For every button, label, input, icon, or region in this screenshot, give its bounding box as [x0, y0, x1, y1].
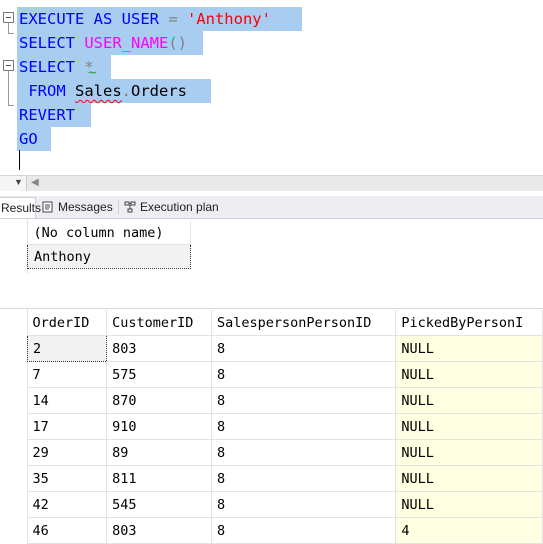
table-cell[interactable]: NULL — [395, 335, 543, 362]
table-row[interactable]: 46 803 8 4 — [27, 517, 543, 544]
result-grid-orders[interactable]: OrderID CustomerID SalespersonPersonID Pick… — [0, 308, 543, 544]
table-row[interactable]: 35 811 8 NULL — [27, 465, 543, 492]
result-grid-username[interactable]: (No column name) Anthony — [0, 219, 543, 305]
tab-results[interactable]: Results — [0, 197, 41, 218]
table-cell[interactable]: 42 — [27, 491, 108, 518]
table-cell[interactable]: 910 — [106, 413, 212, 440]
text-caret — [19, 150, 20, 170]
chevron-down-icon: ▼ — [14, 177, 23, 187]
fold-guide-end — [8, 105, 14, 106]
table-cell[interactable]: NULL — [395, 439, 543, 466]
code-token: () — [168, 34, 187, 52]
table-cell[interactable]: 17 — [27, 413, 108, 440]
table-row[interactable]: Anthony — [27, 244, 191, 269]
code-text: EXECUTE AS USER = 'Anthony' — [19, 7, 271, 31]
code-token: Orders — [131, 82, 188, 100]
tab-execution-plan[interactable]: Execution plan — [124, 197, 219, 218]
execution-plan-icon — [124, 201, 136, 213]
code-token: = — [168, 10, 187, 28]
column-header[interactable]: PickedByPersonI — [395, 310, 543, 336]
table-cell[interactable]: 7 — [27, 361, 108, 388]
tab-label: Messages — [58, 200, 113, 214]
table-row[interactable]: 14 870 8 NULL — [27, 387, 543, 414]
editor-horizontal-scrollbar[interactable]: ▼ ◀ — [0, 175, 543, 192]
fold-guide — [8, 71, 9, 106]
table-cell[interactable]: 575 — [106, 361, 212, 388]
table-cell[interactable]: 811 — [106, 465, 212, 492]
fold-guide-end — [8, 33, 14, 34]
code-token: USER_NAME — [84, 34, 169, 52]
code-text: SELECT USER_NAME() — [19, 31, 187, 55]
zoom-dropdown[interactable]: ▼ — [0, 176, 27, 192]
code-token: FROM — [19, 82, 75, 100]
table-cell[interactable]: 2 — [26, 335, 108, 362]
table-cell[interactable]: 8 — [211, 491, 397, 518]
code-token: EXECUTE AS USER — [19, 10, 169, 28]
table-cell[interactable]: 803 — [106, 517, 212, 544]
code-token: . — [121, 82, 132, 100]
table-cell[interactable]: 35 — [27, 465, 108, 492]
collapse-icon[interactable] — [3, 60, 14, 71]
code-token: GO — [19, 130, 38, 148]
messages-icon — [42, 201, 53, 213]
table-cell[interactable]: 803 — [106, 335, 212, 362]
table-cell[interactable]: 8 — [211, 413, 397, 440]
table-cell[interactable]: 4 — [395, 517, 543, 544]
header-row: OrderID CustomerID SalespersonPersonID Pick… — [27, 310, 543, 336]
table-cell[interactable]: NULL — [395, 387, 543, 414]
code-token: REVERT — [19, 106, 75, 124]
code-token: SELECT — [19, 58, 85, 76]
result-table: OrderID CustomerID SalespersonPersonID Pick… — [26, 310, 543, 544]
results-tabbar: Results Messages Execution plan — [0, 196, 543, 219]
tab-messages[interactable]: Messages — [42, 197, 113, 218]
warning-squiggle-icon: ~ — [88, 65, 97, 81]
column-header[interactable]: SalespersonPersonID — [211, 310, 397, 336]
sql-editor[interactable]: EXECUTE AS USER = 'Anthony' SELECT USER_N… — [0, 0, 543, 175]
table-cell[interactable]: 8 — [211, 439, 397, 466]
code-text: SELECT * — [19, 55, 94, 79]
table-cell[interactable]: 8 — [211, 335, 397, 362]
table-row[interactable]: 42 545 8 NULL — [27, 491, 543, 518]
table-cell[interactable]: 870 — [106, 387, 212, 414]
code-token: 'Anthony' — [186, 10, 271, 28]
header-row: (No column name) — [27, 221, 191, 245]
row-header-column — [0, 309, 28, 544]
column-header[interactable]: (No column name) — [27, 221, 191, 245]
table-cell[interactable]: 46 — [27, 517, 108, 544]
table-cell[interactable]: 8 — [211, 517, 397, 544]
row-header-column — [0, 219, 28, 274]
table-cell[interactable]: NULL — [395, 491, 543, 518]
code-text: FROM Sales.Orders — [19, 79, 187, 103]
table-cell[interactable]: 8 — [211, 465, 397, 492]
table-row[interactable]: 17 910 8 NULL — [27, 413, 543, 440]
code-token: SELECT — [19, 34, 85, 52]
code-text: GO — [19, 127, 38, 151]
column-header[interactable]: OrderID — [27, 310, 108, 336]
code-token: Sales — [75, 82, 122, 100]
table-cell[interactable]: 545 — [106, 491, 212, 518]
result-table: (No column name) Anthony — [27, 221, 191, 269]
scroll-left-arrow-icon[interactable]: ◀ — [31, 177, 39, 188]
table-cell[interactable]: Anthony — [27, 244, 191, 269]
table-cell[interactable]: NULL — [395, 361, 543, 388]
tab-label: Execution plan — [140, 200, 219, 214]
column-header[interactable]: CustomerID — [106, 310, 212, 336]
table-row[interactable]: 7 575 8 NULL — [27, 361, 543, 388]
tab-label: Results — [1, 201, 42, 215]
table-cell[interactable]: 89 — [106, 439, 212, 466]
fold-guide — [8, 23, 9, 33]
table-cell[interactable]: NULL — [395, 413, 543, 440]
table-cell[interactable]: NULL — [395, 465, 543, 492]
table-cell[interactable]: 8 — [211, 361, 397, 388]
tab-divider — [118, 200, 119, 214]
table-row[interactable]: 2 803 8 NULL — [26, 335, 543, 362]
table-row[interactable]: 29 89 8 NULL — [27, 439, 543, 466]
table-cell[interactable]: 29 — [27, 439, 108, 466]
collapse-icon[interactable] — [3, 12, 14, 23]
table-cell[interactable]: 8 — [211, 387, 397, 414]
code-text: REVERT — [19, 103, 75, 127]
table-cell[interactable]: 14 — [27, 387, 108, 414]
